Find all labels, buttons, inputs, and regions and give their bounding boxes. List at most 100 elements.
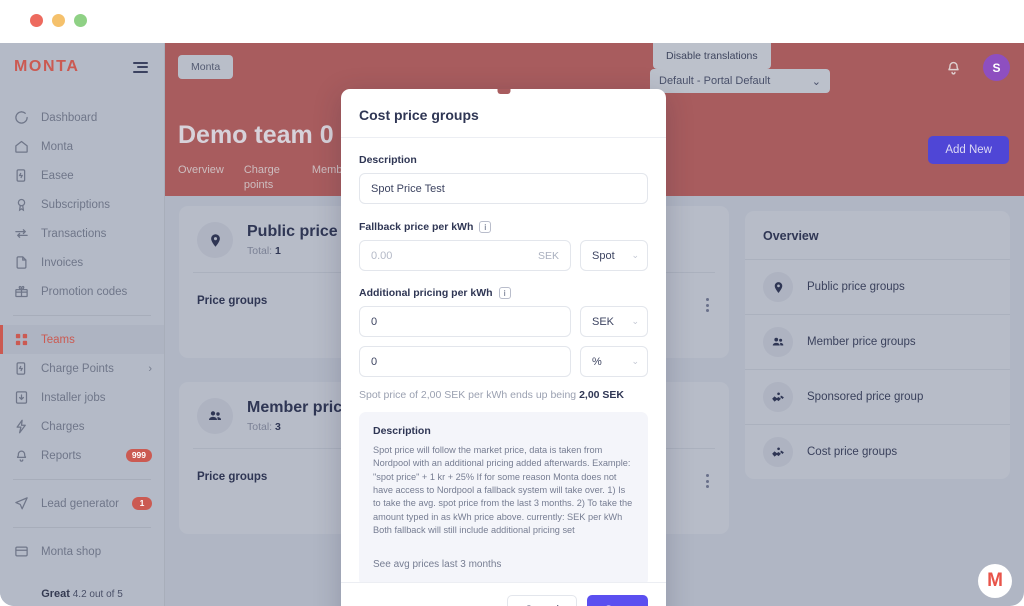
bell-icon[interactable] <box>945 59 962 76</box>
topbar: Monta Disable translations Default - Por… <box>165 43 1024 93</box>
browser-window: MONTA Dashboard Monta Easee Subscription… <box>0 0 1024 606</box>
download-icon <box>13 389 30 406</box>
members-icon <box>763 327 793 357</box>
card-more-menu[interactable] <box>706 474 709 488</box>
page-title: Demo team 0 <box>178 121 334 149</box>
additional-pricing-unit-1[interactable]: SEK ⌄ <box>580 306 648 337</box>
spot-price-summary-prefix: Spot price of 2,00 SEK per kWh ends up b… <box>359 389 580 401</box>
description-input[interactable]: Spot Price Test <box>359 173 648 204</box>
send-icon <box>13 495 30 512</box>
card-total-label: Total: <box>247 244 273 257</box>
modal-notch <box>497 89 510 94</box>
sidebar-item-promotion-codes[interactable]: Promotion codes <box>0 277 164 306</box>
sidebar-item-label: Installer jobs <box>41 391 106 404</box>
charger-icon <box>13 360 30 377</box>
sidebar-item-label: Transactions <box>41 227 107 240</box>
see-avg-prices-link[interactable]: See avg prices last 3 months <box>373 559 634 570</box>
disable-translations-button[interactable]: Disable translations <box>653 43 771 69</box>
sidebar-item-invoices[interactable]: Invoices <box>0 248 164 277</box>
maximize-button[interactable] <box>74 14 87 27</box>
fallback-price-placeholder: 0.00 <box>371 249 393 262</box>
sidebar-item-charges[interactable]: Charges <box>0 412 164 441</box>
fallback-price-row: 0.00 SEK Spot ⌄ <box>359 240 648 271</box>
avatar[interactable]: S <box>983 54 1010 81</box>
additional-pricing-input-1[interactable]: 0 <box>359 306 571 337</box>
overview-item-label: Public price groups <box>807 281 905 293</box>
overview-item-cost-price-groups[interactable]: Cost price groups <box>745 424 1010 479</box>
fallback-price-label-text: Fallback price per kWh <box>359 221 474 233</box>
hamburger-icon[interactable] <box>133 61 148 73</box>
sidebar-item-label: Subscriptions <box>41 198 111 211</box>
sidebar-brand: MONTA <box>0 43 164 91</box>
overview-item-public-price-groups[interactable]: Public price groups <box>745 259 1010 314</box>
sidebar-item-installer-jobs[interactable]: Installer jobs <box>0 383 164 412</box>
overview-item-sponsored-price-group[interactable]: Sponsored price group <box>745 369 1010 424</box>
fallback-type-select[interactable]: Spot ⌄ <box>580 240 648 271</box>
rating-widget[interactable]: Great 4.2 out of 5 <box>0 588 164 600</box>
add-new-button[interactable]: Add New <box>928 136 1009 164</box>
sidebar-item-label: Dashboard <box>41 111 98 124</box>
sidebar-item-subscriptions[interactable]: Subscriptions <box>0 190 164 219</box>
description-info-box: Description Spot price will follow the m… <box>359 412 648 582</box>
card-more-menu[interactable] <box>706 298 709 312</box>
fallback-price-input[interactable]: 0.00 SEK <box>359 240 571 271</box>
sidebar-item-label: Reports <box>41 449 82 462</box>
sidebar-item-lead-generator[interactable]: Lead generator 1 <box>0 489 164 518</box>
badge-icon <box>13 196 30 213</box>
tab-charge-points[interactable]: Charge points <box>244 163 292 193</box>
breadcrumb[interactable]: Monta <box>178 55 234 79</box>
info-icon[interactable]: i <box>479 221 492 233</box>
additional-pricing-unit-value-2: % <box>592 355 602 368</box>
description-label-text: Description <box>359 154 417 166</box>
cancel-button[interactable]: Cancel <box>506 595 577 606</box>
sidebar: MONTA Dashboard Monta Easee Subscription… <box>0 43 165 606</box>
additional-pricing-unit-2[interactable]: % ⌄ <box>580 346 648 377</box>
additional-pricing-input-2[interactable]: 0 <box>359 346 571 377</box>
sidebar-item-monta-shop[interactable]: Monta shop <box>0 537 164 566</box>
additional-pricing-row-2: 0 % ⌄ <box>359 346 648 377</box>
sidebar-item-transactions[interactable]: Transactions <box>0 219 164 248</box>
sidebar-item-teams[interactable]: Teams <box>0 325 164 354</box>
chevron-down-icon: ⌄ <box>631 316 639 326</box>
description-info-text: Spot price will follow the market price,… <box>373 445 633 536</box>
document-icon <box>13 254 30 271</box>
gift-icon <box>13 283 30 300</box>
tab-overview[interactable]: Overview <box>178 163 224 193</box>
bolt-icon <box>13 418 30 435</box>
fallback-price-label: Fallback price per kWh i <box>359 221 648 233</box>
location-pin-icon <box>197 222 233 258</box>
card-total-value: 1 <box>275 244 281 257</box>
overview-panel: Overview Public price groups Member pric… <box>745 211 1010 479</box>
sidebar-item-charge-points[interactable]: Charge Points › <box>0 354 164 383</box>
sidebar-item-reports[interactable]: Reports 999 <box>0 441 164 470</box>
overview-item-label: Sponsored price group <box>807 391 924 403</box>
sidebar-item-monta[interactable]: Monta <box>0 132 164 161</box>
app-viewport: MONTA Dashboard Monta Easee Subscription… <box>0 43 1024 606</box>
window-titlebar <box>0 0 1024 43</box>
sidebar-item-label: Monta shop <box>41 545 102 558</box>
card-total-value: 3 <box>275 420 281 433</box>
sidebar-item-dashboard[interactable]: Dashboard <box>0 103 164 132</box>
status-badge: 1 <box>132 496 152 511</box>
minimize-button[interactable] <box>52 14 65 27</box>
sidebar-divider <box>13 479 151 480</box>
overview-item-member-price-groups[interactable]: Member price groups <box>745 314 1010 369</box>
close-button[interactable] <box>30 14 43 27</box>
sidebar-item-label: Invoices <box>41 256 84 269</box>
fallback-price-suffix: SEK <box>537 249 559 262</box>
brand-logo: MONTA <box>14 58 80 75</box>
chevron-down-icon: ⌄ <box>631 250 639 260</box>
modal-title: Cost price groups <box>359 107 479 123</box>
modal-header: Cost price groups <box>341 89 666 138</box>
save-button[interactable]: Save <box>586 595 648 606</box>
additional-pricing-row-1: 0 SEK ⌄ <box>359 306 648 337</box>
additional-pricing-label: Additional pricing per kWh i <box>359 287 648 299</box>
charger-icon <box>13 167 30 184</box>
monta-chat-icon[interactable]: M <box>978 564 1012 598</box>
status-badge: 999 <box>125 448 152 463</box>
sidebar-item-easee[interactable]: Easee <box>0 161 164 190</box>
info-icon[interactable]: i <box>498 287 511 299</box>
cost-price-groups-modal: Cost price groups Description Spot Price… <box>341 89 666 606</box>
fallback-type-value: Spot <box>592 249 615 262</box>
portal-select[interactable]: Default - Portal Default ⌄ <box>650 69 830 93</box>
